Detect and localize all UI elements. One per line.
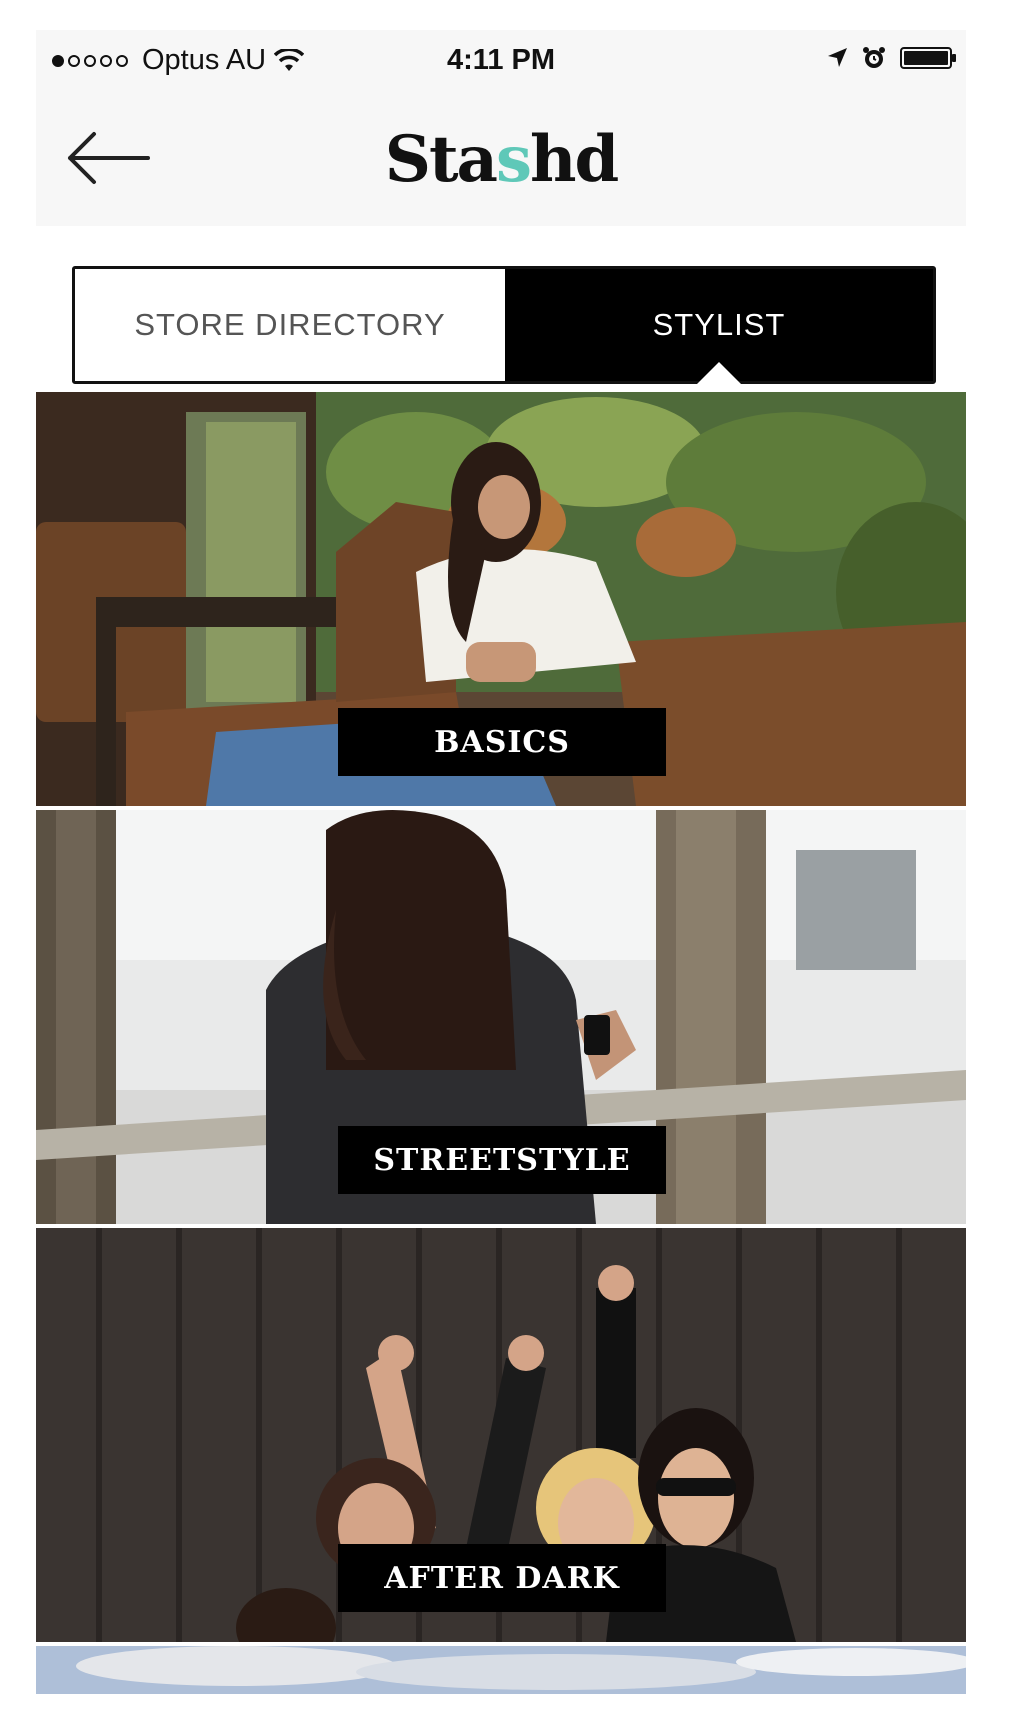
nav-bar: Stashd: [36, 94, 966, 226]
category-label-basics: BASICS: [338, 708, 666, 776]
category-card-streetstyle[interactable]: STREETSTYLE: [36, 810, 966, 1224]
category-card-basics[interactable]: BASICS: [36, 392, 966, 806]
battery-icon: [900, 47, 956, 69]
app-screen: Optus AU 4:11 PM Stashd STORE DIRECTORY …: [36, 30, 966, 1694]
category-card-partial[interactable]: [36, 1646, 966, 1694]
category-card-after-dark[interactable]: AFTER DARK: [36, 1228, 966, 1642]
tab-stylist[interactable]: STYLIST: [505, 269, 933, 384]
status-bar: Optus AU 4:11 PM: [36, 30, 966, 94]
category-label-streetstyle: STREETSTYLE: [338, 1126, 666, 1194]
location-arrow-icon: [828, 48, 847, 67]
tab-store-directory[interactable]: STORE DIRECTORY: [75, 269, 505, 381]
category-label-after-dark: AFTER DARK: [338, 1544, 666, 1612]
alarm-icon: [863, 47, 885, 68]
segmented-control: STORE DIRECTORY STYLIST: [72, 266, 936, 384]
app-logo: Stashd: [384, 122, 620, 197]
status-right: [826, 46, 956, 70]
partial-card-image: [36, 1646, 966, 1694]
